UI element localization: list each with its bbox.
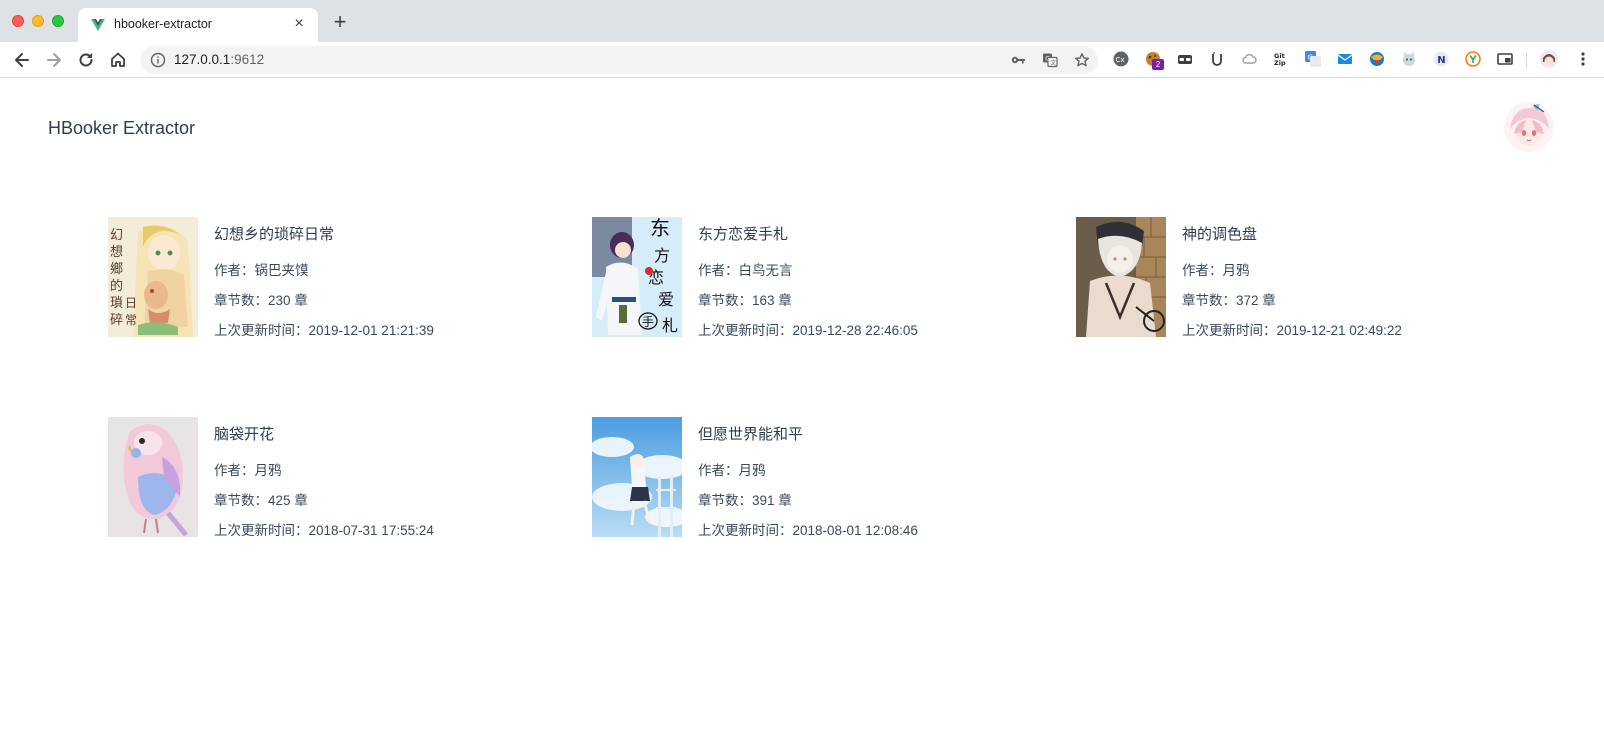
extension-u-icon[interactable] xyxy=(1208,50,1226,68)
svg-text:东: 东 xyxy=(650,217,670,240)
book-author: 作者：锅巴夹馍 xyxy=(214,263,309,278)
svg-text:Zip: Zip xyxy=(1274,59,1286,67)
book-title[interactable]: 神的调色盘 xyxy=(1182,223,1257,244)
book-cover[interactable] xyxy=(1076,217,1166,337)
svg-text:Cx: Cx xyxy=(1116,56,1125,64)
extension-badge: 2 xyxy=(1152,59,1164,70)
svg-text:方: 方 xyxy=(654,246,670,265)
close-window-button[interactable] xyxy=(12,15,24,27)
browser-menu-icon[interactable] xyxy=(1574,50,1592,68)
book-chapters: 章节数：230 章 xyxy=(214,293,308,308)
toolbar-divider xyxy=(1526,53,1527,69)
vue-logo-icon xyxy=(91,19,105,31)
svg-text:碎: 碎 xyxy=(110,313,123,328)
svg-text:常: 常 xyxy=(125,313,137,327)
browser-toolbar: 127.0.0.1:9612 G 文 Cx 2 Git Zip G N xyxy=(0,42,1604,78)
new-tab-button[interactable]: + xyxy=(330,11,350,33)
address-bar[interactable]: 127.0.0.1:9612 G 文 xyxy=(140,46,1098,74)
svg-text:N: N xyxy=(1437,55,1445,66)
forward-arrow-icon[interactable] xyxy=(44,50,64,70)
book-updated: 上次更新时间：2019-12-01 21:21:39 xyxy=(214,323,434,338)
extension-globe-icon[interactable] xyxy=(1368,50,1386,68)
browser-tab-bar: hbooker-extractor × + xyxy=(0,0,1604,42)
extension-cat-icon[interactable] xyxy=(1400,50,1418,68)
svg-text:G: G xyxy=(1308,54,1313,62)
book-title[interactable]: 幻想乡的琐碎日常 xyxy=(214,223,334,244)
star-icon[interactable] xyxy=(1074,52,1090,68)
minimize-window-button[interactable] xyxy=(32,15,44,27)
cover-image xyxy=(592,417,682,537)
book-card[interactable]: 东 方 恋 爱 手 札 东方恋爱手札 作者：白鸟无言 章节数：163 章 上次更… xyxy=(592,217,1032,338)
svg-text:爱: 爱 xyxy=(658,290,674,309)
svg-text:的: 的 xyxy=(110,278,123,294)
extension-cookie-icon[interactable]: 2 xyxy=(1144,50,1164,70)
cover-image xyxy=(108,417,198,537)
extension-google-translate-icon[interactable]: G xyxy=(1304,50,1322,68)
svg-text:瑣: 瑣 xyxy=(110,296,123,311)
svg-text:文: 文 xyxy=(1050,59,1056,67)
book-card[interactable]: 神的调色盘 作者：月鸦 章节数：372 章 上次更新时间：2019-12-21 … xyxy=(1076,217,1516,338)
svg-text:手: 手 xyxy=(642,315,654,329)
reload-icon[interactable] xyxy=(76,50,96,70)
svg-text:鄉: 鄉 xyxy=(110,261,123,277)
extension-y-icon[interactable] xyxy=(1464,50,1482,68)
picture-in-picture-icon[interactable] xyxy=(1496,50,1514,68)
svg-text:想: 想 xyxy=(110,244,123,260)
book-updated: 上次更新时间：2019-12-21 02:49:22 xyxy=(1182,323,1402,338)
home-icon[interactable] xyxy=(108,50,128,70)
cover-title-art: 幻 xyxy=(110,228,123,243)
book-updated: 上次更新时间：2018-08-01 12:08:46 xyxy=(698,523,918,538)
book-title[interactable]: 但愿世界能和平 xyxy=(698,423,803,444)
book-title[interactable]: 东方恋爱手札 xyxy=(698,223,788,244)
cover-image: 幻 想 鄉 的 瑣 碎 日 常 xyxy=(108,217,198,337)
book-cover[interactable] xyxy=(108,417,198,537)
svg-text:日: 日 xyxy=(125,296,137,310)
tab-title: hbooker-extractor xyxy=(114,17,212,31)
book-author: 作者：月鸦 xyxy=(214,463,282,478)
extension-n-icon[interactable]: N xyxy=(1432,50,1450,68)
translate-icon[interactable]: G 文 xyxy=(1042,52,1058,68)
book-author: 作者：月鸦 xyxy=(698,463,766,478)
extension-incognito-icon[interactable] xyxy=(1176,50,1194,68)
book-card[interactable]: 脑袋开花 作者：月鸦 章节数：425 章 上次更新时间：2018-07-31 1… xyxy=(108,417,548,538)
cover-image: 东 方 恋 爱 手 札 xyxy=(592,217,682,337)
book-updated: 上次更新时间：2018-07-31 17:55:24 xyxy=(214,523,434,538)
extension-mail-icon[interactable] xyxy=(1336,50,1354,68)
book-updated: 上次更新时间：2019-12-28 22:46:05 xyxy=(698,323,918,338)
book-card[interactable]: 幻 想 鄉 的 瑣 碎 日 常 幻想乡的琐碎日常 作者：锅巴夹馍 章节数：230… xyxy=(108,217,548,338)
book-cover[interactable]: 东 方 恋 爱 手 札 xyxy=(592,217,682,337)
book-chapters: 章节数：163 章 xyxy=(698,293,792,308)
book-chapters: 章节数：425 章 xyxy=(214,493,308,508)
book-author: 作者：月鸦 xyxy=(1182,263,1250,278)
tab-close-icon[interactable]: × xyxy=(290,15,308,33)
cover-image xyxy=(1076,217,1166,337)
key-icon[interactable] xyxy=(1010,52,1026,68)
profile-avatar-icon[interactable] xyxy=(1540,50,1558,68)
browser-tab[interactable]: hbooker-extractor × xyxy=(78,8,318,42)
book-author: 作者：白鸟无言 xyxy=(698,263,793,278)
book-cover[interactable] xyxy=(592,417,682,537)
app-title[interactable]: HBooker Extractor xyxy=(48,118,195,139)
back-arrow-icon[interactable] xyxy=(12,50,32,70)
url-text: 127.0.0.1:9612 xyxy=(174,52,265,67)
extension-cx-icon[interactable]: Cx xyxy=(1112,50,1130,68)
user-avatar[interactable] xyxy=(1504,102,1554,152)
info-icon[interactable] xyxy=(150,52,166,68)
book-chapters: 章节数：391 章 xyxy=(698,493,792,508)
maximize-window-button[interactable] xyxy=(52,15,64,27)
book-chapters: 章节数：372 章 xyxy=(1182,293,1276,308)
extension-gitzip-icon[interactable]: Git Zip xyxy=(1272,50,1290,68)
book-cover[interactable]: 幻 想 鄉 的 瑣 碎 日 常 xyxy=(108,217,198,337)
book-title[interactable]: 脑袋开花 xyxy=(214,423,274,444)
book-card[interactable]: 但愿世界能和平 作者：月鸦 章节数：391 章 上次更新时间：2018-08-0… xyxy=(592,417,1032,538)
extension-cloud-icon[interactable] xyxy=(1240,50,1258,68)
svg-text:札: 札 xyxy=(662,316,678,335)
